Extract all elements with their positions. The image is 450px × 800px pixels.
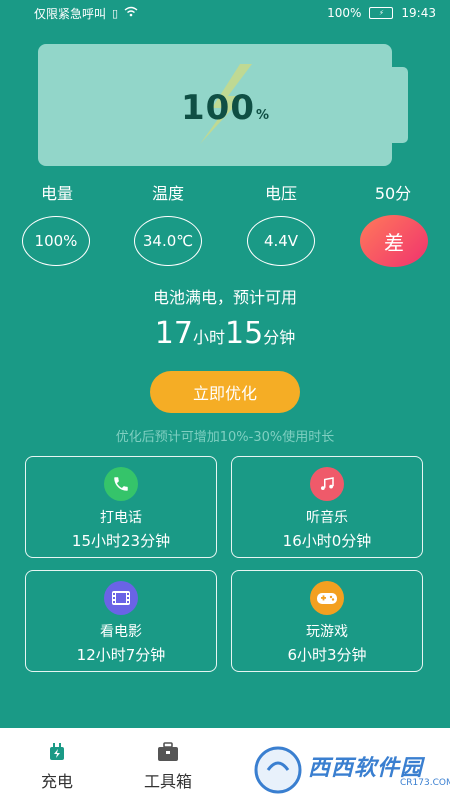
optimize-hint-text: 优化后预计可增加10%-30%使用时长: [115, 430, 335, 445]
health-grade-badge: 差: [360, 215, 428, 267]
stat-circles: 100% 34.0℃ 4.4V 差: [0, 215, 450, 272]
stat-labels: 电量 温度 电压 50分: [0, 180, 450, 203]
watermark-subtext: CR173.COM: [400, 778, 450, 788]
carrier-text: 仅限紧急呼叫: [34, 6, 107, 21]
stat-label-voltage: 电压: [264, 184, 298, 203]
watermark-logo: 西西软件园 CR173.COM: [250, 738, 450, 798]
usage-card-value: 16小时0分钟: [282, 532, 372, 550]
remaining-minutes-unit: 分钟: [263, 328, 296, 347]
battery-tip: [392, 67, 408, 143]
sim-icon: ▯: [112, 6, 119, 20]
usage-card-value: 6小时3分钟: [287, 646, 367, 664]
status-battery-icon: ⚡: [369, 7, 394, 19]
nav-item-charging[interactable]: 充电: [12, 728, 102, 800]
nav-label-charging: 充电: [40, 772, 73, 791]
clock-text: 19:43: [401, 6, 436, 20]
wifi-icon: [124, 6, 138, 20]
nav-item-toolbox[interactable]: 工具箱: [123, 728, 213, 800]
phone-icon: [104, 467, 138, 501]
gamepad-icon: [310, 581, 344, 615]
status-bar: 仅限紧急呼叫 ▯ 100% ⚡ 19:43: [0, 0, 450, 26]
remaining-time: 17小时15分钟: [0, 316, 450, 351]
optimize-button[interactable]: 立即优化: [150, 371, 300, 413]
battery-level-unit: %: [255, 108, 271, 123]
toolbox-icon: [157, 742, 179, 766]
film-icon: [104, 581, 138, 615]
usage-card-value: 15小时23分钟: [71, 532, 171, 550]
temperature-circle: 34.0℃: [134, 216, 202, 266]
usage-card-title: 打电话: [100, 510, 142, 526]
battery-level-circle: 100%: [22, 216, 90, 266]
usage-card-call[interactable]: 打电话 15小时23分钟: [25, 456, 217, 558]
usage-card-title: 看电影: [100, 624, 142, 640]
usage-card-game[interactable]: 玩游戏 6小时3分钟: [231, 570, 423, 672]
usage-card-title: 听音乐: [306, 510, 348, 526]
watermark-emblem: [254, 746, 302, 794]
battery-percent-text: 100%: [327, 6, 362, 20]
nav-label-toolbox: 工具箱: [143, 772, 192, 791]
usage-card-music[interactable]: 听音乐 16小时0分钟: [231, 456, 423, 558]
usage-card-title: 玩游戏: [306, 624, 348, 640]
stat-label-score: 50分: [374, 184, 412, 203]
music-icon: [310, 467, 344, 501]
battery-level-value: 100: [181, 88, 255, 128]
battery-status-text: 电池满电，预计可用: [152, 288, 297, 307]
stat-label-level: 电量: [40, 184, 74, 203]
remaining-minutes: 15: [225, 316, 264, 351]
battery-level-readout: 100%: [181, 88, 270, 128]
voltage-circle: 4.4V: [247, 216, 315, 266]
usage-card-value: 12小时7分钟: [76, 646, 166, 664]
charging-plug-icon: [47, 742, 67, 766]
usage-card-movie[interactable]: 看电影 12小时7分钟: [25, 570, 217, 672]
remaining-hours-unit: 小时: [192, 328, 225, 347]
remaining-hours: 17: [154, 316, 193, 351]
stat-label-temperature: 温度: [151, 184, 185, 203]
